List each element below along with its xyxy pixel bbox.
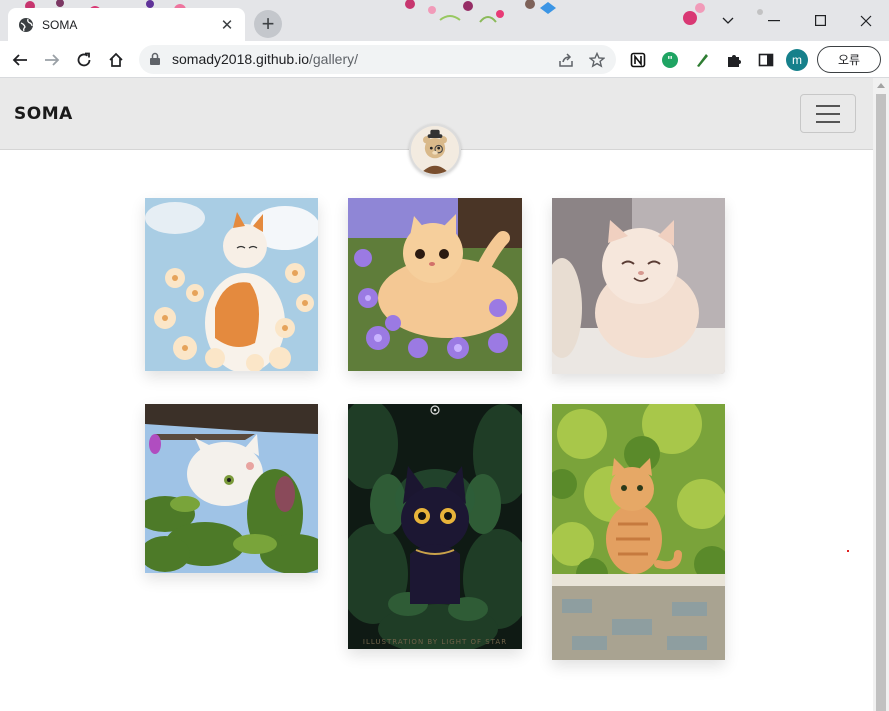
page-scrollbar[interactable] [873,78,889,711]
scroll-up-arrow-icon[interactable] [877,83,885,88]
minimize-icon[interactable] [751,0,797,41]
active-tab[interactable]: SOMA ✕ [8,8,245,41]
chevron-down-icon[interactable] [705,0,751,41]
svg-text:": " [667,54,673,67]
forward-icon[interactable] [39,47,65,73]
close-icon[interactable]: ✕ [219,17,235,34]
reload-icon[interactable] [71,47,97,73]
gallery-thumb-2[interactable] [348,198,522,371]
tab-strip: SOMA ✕ + [0,0,889,41]
globe-icon [19,17,33,32]
black-cat-jungle-image: ILLUSTRATION BY LIGHT OF STAR [348,404,522,649]
sidepanel-icon[interactable] [756,50,776,70]
cat-flowers-image [145,198,318,371]
tab-title: SOMA [42,17,78,32]
peeking-cat-image [145,404,318,573]
lock-icon[interactable] [149,52,161,66]
gallery-thumb-6[interactable] [552,404,725,660]
error-button[interactable]: 오류 [817,46,881,73]
profile-bear-avatar[interactable] [409,124,461,176]
profile-avatar[interactable]: m [786,49,808,71]
puzzle-icon[interactable] [724,50,744,70]
url-host: somady2018.github.io [172,51,309,67]
fluffy-cat-image [552,198,725,374]
back-icon[interactable] [7,47,33,73]
share-icon[interactable] [556,50,576,70]
page-viewport: SOMA ILLUSTRATION BY LIGHT OF STAR [0,78,873,711]
browser-toolbar: somady2018.github.io/gallery/ " m 오류 [0,41,889,78]
home-icon[interactable] [103,47,129,73]
gallery-thumb-5[interactable]: ILLUSTRATION BY LIGHT OF STAR [348,404,522,649]
hamburger-icon[interactable] [800,94,856,133]
close-window-icon[interactable] [843,0,889,41]
image-watermark-caption: ILLUSTRATION BY LIGHT OF STAR [363,638,507,646]
quote-icon[interactable]: " [660,50,680,70]
url-path: /gallery/ [309,51,359,67]
star-icon[interactable] [587,50,607,70]
notion-icon[interactable] [628,50,648,70]
gallery-thumb-1[interactable] [145,198,318,371]
maximize-icon[interactable] [797,0,843,41]
scrollbar-thumb[interactable] [876,94,886,711]
gallery-thumb-3[interactable] [552,198,725,374]
cat-purple-flowers-image [348,198,522,371]
url-text[interactable]: somady2018.github.io/gallery/ [172,51,358,67]
tabby-cat-wall-image [552,404,725,660]
address-bar[interactable]: somady2018.github.io/gallery/ [139,45,616,74]
stray-red-dot [847,550,849,552]
site-brand[interactable]: SOMA [14,104,73,124]
gallery-thumb-4[interactable] [145,404,318,573]
pen-icon[interactable] [692,50,712,70]
plus-icon[interactable]: + [254,10,282,38]
